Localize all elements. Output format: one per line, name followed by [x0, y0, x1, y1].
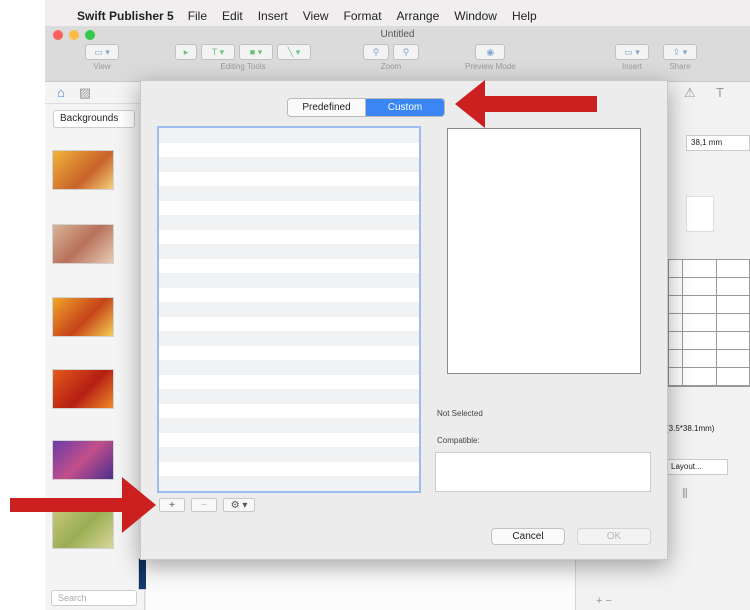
list-item[interactable]	[159, 316, 419, 331]
list-item[interactable]	[159, 476, 419, 491]
zoom-caption: Zoom	[380, 62, 402, 71]
compatible-list	[435, 452, 651, 492]
dimension-field[interactable]: 38,1 mm	[686, 135, 750, 151]
zoom-group: ⚲ ⚲ Zoom	[363, 44, 419, 71]
editing-tools-caption: Editing Tools	[220, 62, 266, 71]
background-thumbnail[interactable]	[52, 297, 114, 337]
list-item[interactable]	[159, 287, 419, 302]
menu-format[interactable]: Format	[344, 9, 382, 23]
annotation-arrow-custom-tab	[455, 80, 597, 128]
menu-arrange[interactable]: Arrange	[397, 9, 440, 23]
menu-file[interactable]: File	[188, 9, 207, 23]
annotation-arrow-add-button	[10, 477, 156, 533]
share-group: ⇪ ▾ Share	[663, 44, 697, 71]
background-thumbnail[interactable]	[52, 150, 114, 190]
preview-eye-icon[interactable]: ◉	[475, 44, 506, 60]
remove-layout-button[interactable]: −	[191, 498, 217, 512]
list-item[interactable]	[159, 171, 419, 186]
list-item[interactable]	[159, 258, 419, 273]
zoom-out-icon[interactable]: ⚲	[363, 44, 389, 60]
insert-caption: Insert	[621, 62, 642, 71]
zoom-in-icon[interactable]: ⚲	[393, 44, 419, 60]
layout-button[interactable]: Layout...	[666, 459, 728, 475]
tab-predefined[interactable]: Predefined	[288, 99, 366, 116]
layout-preview	[447, 128, 641, 374]
left-panel-tabs: ⌂ ▨	[45, 82, 144, 104]
layout-tabs: Predefined Custom	[287, 98, 445, 117]
background-thumbnail[interactable]	[52, 224, 114, 264]
images-icon[interactable]: ▨	[79, 85, 91, 101]
menu-edit[interactable]: Edit	[222, 9, 243, 23]
label-layout-dialog: Predefined Custom Not Selected Compatibl…	[140, 80, 668, 560]
list-item[interactable]	[159, 432, 419, 447]
shape-tool-button[interactable]: ■ ▾	[239, 44, 273, 60]
pointer-tool-button[interactable]: ▸	[175, 44, 197, 60]
list-item[interactable]	[159, 374, 419, 389]
menu-window[interactable]: Window	[454, 9, 497, 23]
list-item[interactable]	[159, 418, 419, 433]
add-remove-icon[interactable]: + −	[596, 595, 612, 607]
gear-icon[interactable]: ⚙ ▾	[223, 498, 255, 512]
text-inspector-icon[interactable]: T	[716, 85, 724, 100]
list-item[interactable]	[159, 128, 419, 143]
selection-status: Not Selected	[437, 409, 483, 418]
ok-button[interactable]: OK	[577, 528, 651, 545]
menu-help[interactable]: Help	[512, 9, 537, 23]
templates-icon[interactable]: ⌂	[57, 85, 65, 100]
list-item[interactable]	[159, 461, 419, 476]
tab-custom[interactable]: Custom	[366, 99, 444, 116]
category-popup[interactable]: Backgrounds	[53, 110, 135, 128]
custom-layouts-list[interactable]	[157, 126, 421, 493]
insert-button[interactable]: ▭ ▾	[615, 44, 649, 60]
columns-icon[interactable]: ⦀	[682, 486, 688, 502]
search-input[interactable]: Search	[51, 590, 137, 606]
compatible-label: Compatible:	[437, 436, 480, 445]
list-item[interactable]	[159, 157, 419, 172]
add-layout-button[interactable]: +	[159, 498, 185, 512]
preview-mode-group: ◉ Preview Mode	[465, 44, 516, 71]
text-tool-button[interactable]: T ▾	[201, 44, 235, 60]
list-item[interactable]	[159, 389, 419, 404]
menu-view[interactable]: View	[303, 9, 329, 23]
view-button[interactable]: ▭ ▾	[85, 44, 119, 60]
share-button[interactable]: ⇪ ▾	[663, 44, 697, 60]
list-item[interactable]	[159, 142, 419, 157]
align-icon[interactable]: ⚠	[684, 85, 696, 101]
page-icon	[686, 196, 714, 232]
insert-group: ▭ ▾ Insert	[615, 44, 649, 71]
background-thumbnail[interactable]	[52, 440, 114, 480]
list-item[interactable]	[159, 331, 419, 346]
list-item[interactable]	[159, 215, 419, 230]
preview-mode-caption: Preview Mode	[465, 62, 516, 71]
list-item[interactable]	[159, 447, 419, 462]
menu-insert[interactable]: Insert	[258, 9, 288, 23]
list-item[interactable]	[159, 403, 419, 418]
list-item[interactable]	[159, 273, 419, 288]
list-controls: + − ⚙ ▾	[159, 498, 255, 512]
view-caption: View	[93, 62, 111, 71]
editing-tools-group: ▸ T ▾ ■ ▾ ╲ ▾ Editing Tools	[175, 44, 311, 71]
view-group: ▭ ▾ View	[85, 44, 119, 71]
toolbar: Untitled ▭ ▾ View ▸ T ▾ ■ ▾ ╲ ▾ Editing …	[45, 26, 750, 82]
list-item[interactable]	[159, 360, 419, 375]
background-thumbnail[interactable]	[52, 369, 114, 409]
list-item[interactable]	[159, 345, 419, 360]
list-item[interactable]	[159, 229, 419, 244]
line-tool-button[interactable]: ╲ ▾	[277, 44, 311, 60]
list-item[interactable]	[159, 200, 419, 215]
share-caption: Share	[669, 62, 691, 71]
app-menu[interactable]: Swift Publisher 5	[77, 9, 174, 23]
list-item[interactable]	[159, 186, 419, 201]
cancel-button[interactable]: Cancel	[491, 528, 565, 545]
label-size-text: (3.5*38.1mm)	[666, 424, 715, 433]
label-layout-preview	[668, 259, 750, 387]
list-item[interactable]	[159, 244, 419, 259]
list-item[interactable]	[159, 302, 419, 317]
window-title: Untitled	[380, 29, 415, 40]
